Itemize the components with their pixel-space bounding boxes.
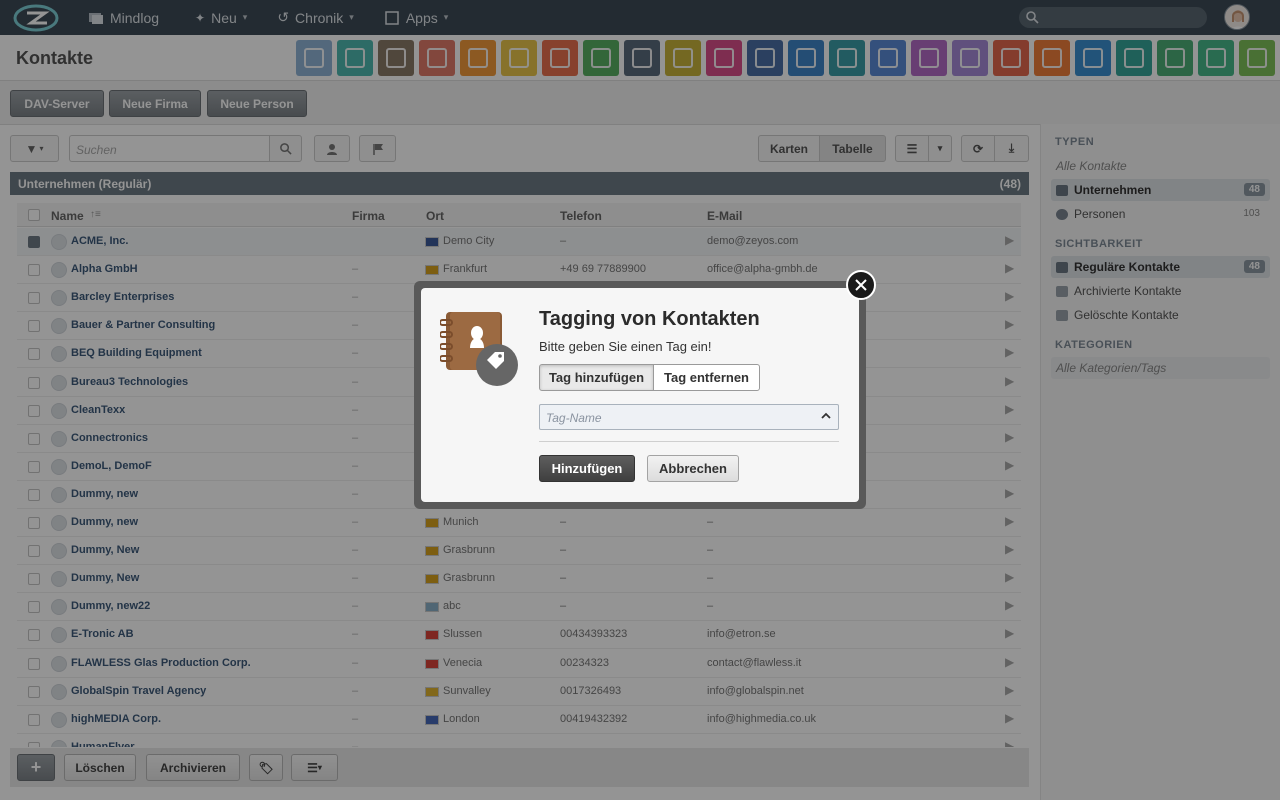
tag-name-placeholder: Tag-Name [546, 411, 602, 425]
tag-name-combobox[interactable]: Tag-Name [539, 404, 839, 430]
tab-add-tag[interactable]: Tag hinzufügen [539, 364, 654, 391]
dialog-divider [539, 441, 839, 442]
dialog-title: Tagging von Kontakten [539, 308, 760, 330]
cancel-button[interactable]: Abbrechen [647, 455, 739, 482]
chevron-up-icon [821, 412, 831, 419]
confirm-add-button[interactable]: Hinzufügen [539, 455, 635, 482]
close-dialog-button[interactable] [846, 270, 876, 300]
close-icon [855, 279, 867, 291]
dialog-subtitle: Bitte geben Sie einen Tag ein! [539, 339, 712, 354]
contacts-tag-icon [440, 312, 518, 386]
tab-remove-tag[interactable]: Tag entfernen [653, 364, 760, 391]
